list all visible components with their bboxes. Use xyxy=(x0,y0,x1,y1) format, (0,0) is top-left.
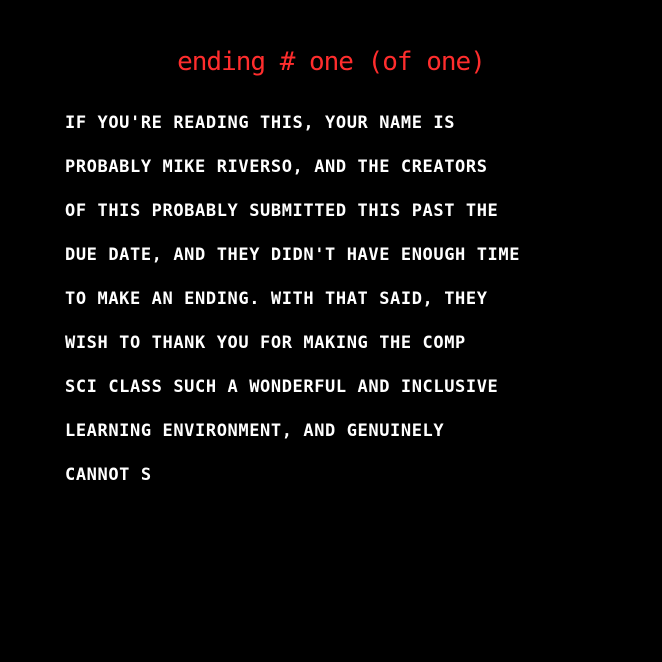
ending-text-line: PROBABLY MIKE RIVERSO, AND THE CREATORS xyxy=(65,157,488,177)
ending-text-line: TO MAKE AN ENDING. WITH THAT SAID, THEY xyxy=(65,289,488,309)
ending-text-line: DUE DATE, AND THEY DIDN'T HAVE ENOUGH TI… xyxy=(65,245,521,265)
ending-text: IF YOU'RE READING THIS, YOUR NAME IS PRO… xyxy=(65,101,625,497)
ending-text-line: CANNOT S xyxy=(65,465,152,485)
ending-text-line: WISH TO THANK YOU FOR MAKING THE COMP xyxy=(65,333,466,353)
game-screen: ending # one (of one) IF YOU'RE READING … xyxy=(0,0,662,662)
ending-text-line: LEARNING ENVIRONMENT, AND GENUINELY xyxy=(65,421,445,441)
ending-text-line: IF YOU'RE READING THIS, YOUR NAME IS xyxy=(65,113,456,133)
ending-text-line: SCI CLASS SUCH A WONDERFUL AND INCLUSIVE xyxy=(65,377,499,397)
ending-text-line: OF THIS PROBABLY SUBMITTED THIS PAST THE xyxy=(65,201,499,221)
ending-title: ending # one (of one) xyxy=(177,47,486,77)
